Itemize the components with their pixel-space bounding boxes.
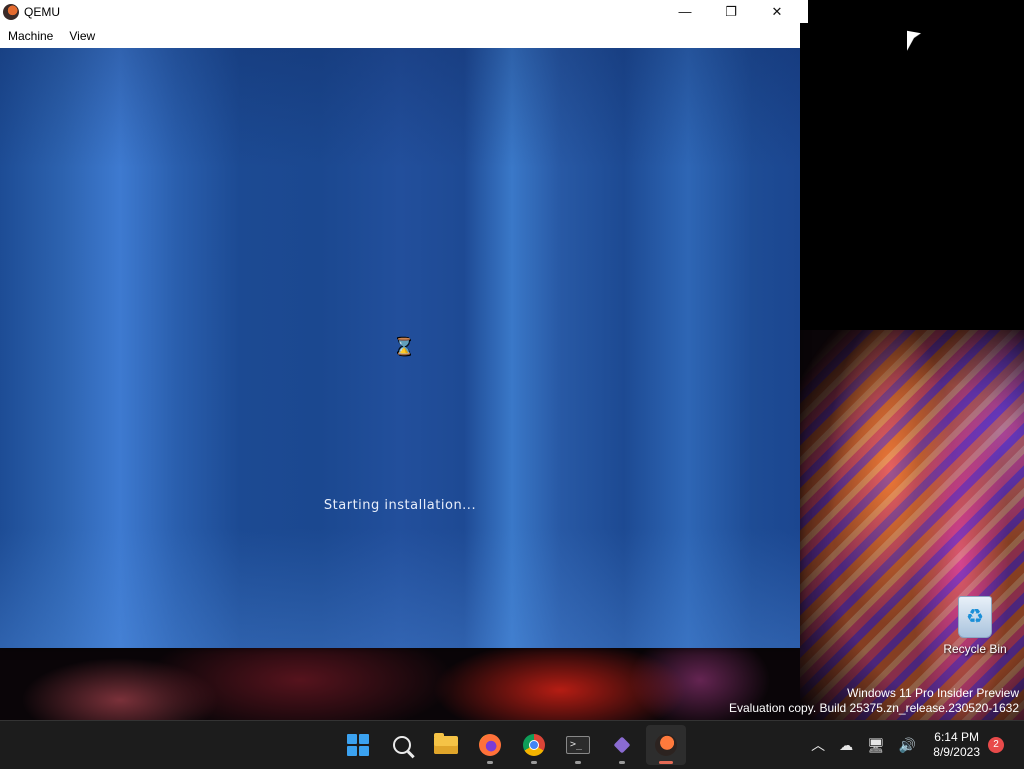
window-titlebar[interactable]: QEMU — ❐ ✕ [0, 0, 808, 23]
windows-logo-icon [347, 734, 369, 756]
clock-date: 8/9/2023 [933, 745, 980, 759]
clock[interactable]: 6:14 PM 8/9/2023 [933, 730, 980, 760]
watermark-build: Evaluation copy. Build 25375.zn_release.… [729, 701, 1019, 715]
qemu-icon [655, 734, 677, 756]
running-indicator [487, 761, 493, 764]
file-explorer-button[interactable] [426, 725, 466, 765]
close-button[interactable]: ✕ [754, 0, 800, 23]
restore-button[interactable]: ❐ [708, 0, 754, 23]
qemu-window: ⌛ Starting installation... [0, 0, 800, 648]
hourglass-cursor-icon: ⌛ [394, 339, 414, 356]
taskbar-apps: >_ [336, 721, 688, 769]
qemu-taskbar-button[interactable] [646, 725, 686, 765]
notification-badge[interactable]: 2 [988, 737, 1004, 753]
minimize-button[interactable]: — [662, 0, 708, 23]
folder-icon [434, 733, 458, 754]
search-button[interactable] [382, 725, 422, 765]
clock-time: 6:14 PM [934, 730, 979, 744]
menu-machine[interactable]: Machine [0, 29, 61, 43]
vm-display[interactable]: ⌛ Starting installation... [0, 48, 800, 648]
window-controls: — ❐ ✕ [662, 0, 800, 23]
volume-icon[interactable]: 🔊 [899, 737, 916, 754]
firefox-button[interactable] [470, 725, 510, 765]
recycle-bin-label: Recycle Bin [943, 642, 1007, 656]
window-title: QEMU [24, 4, 60, 19]
running-indicator [619, 761, 625, 764]
start-button[interactable] [338, 725, 378, 765]
cloud-offline-icon[interactable]: ☁ [839, 737, 853, 754]
recycle-bin-icon: ♻ [958, 596, 992, 638]
chrome-button[interactable] [514, 725, 554, 765]
running-indicator [575, 761, 581, 764]
mouse-pointer-icon [907, 30, 921, 54]
search-icon [393, 736, 411, 754]
active-indicator [659, 761, 673, 764]
visual-studio-icon [613, 736, 631, 754]
installation-status-text: Starting installation... [323, 498, 477, 513]
firefox-icon [479, 734, 501, 756]
system-tray: ︿ ☁ 🖥 🔊 6:14 PM 8/9/2023 2 [804, 721, 1024, 769]
terminal-button[interactable]: >_ [558, 725, 598, 765]
menu-view[interactable]: View [61, 29, 103, 43]
running-indicator [531, 761, 537, 764]
terminal-icon: >_ [566, 736, 590, 754]
wallpaper-swirl [800, 330, 1024, 720]
watermark-edition: Windows 11 Pro Insider Preview [847, 686, 1019, 700]
menu-bar: Machine View [0, 23, 800, 48]
windows-watermark: Windows 11 Pro Insider Preview Evaluatio… [729, 686, 1019, 716]
chevron-up-icon[interactable]: ︿ [811, 735, 825, 755]
network-icon[interactable]: 🖥 [867, 737, 885, 754]
visual-studio-button[interactable] [602, 725, 642, 765]
qemu-app-icon [3, 3, 19, 20]
taskbar: >_ ︿ ☁ 🖥 🔊 6:14 PM 8/9/2023 2 [0, 720, 1024, 769]
chrome-icon [523, 734, 545, 756]
recycle-bin[interactable]: ♻ Recycle Bin [940, 596, 1010, 656]
